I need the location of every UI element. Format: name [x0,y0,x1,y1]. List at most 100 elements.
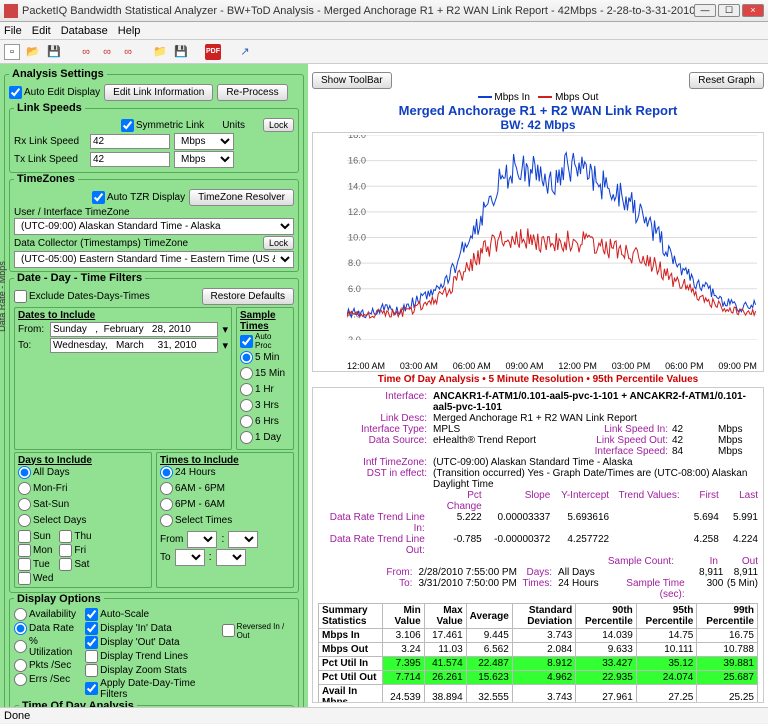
seldays-radio[interactable] [18,514,31,527]
show-toolbar-button[interactable]: Show ToolBar [312,72,392,89]
monfri-radio[interactable] [18,482,31,495]
svg-text:8.0: 8.0 [348,258,361,268]
link2-icon[interactable]: ∞ [99,44,115,60]
svg-text:16.0: 16.0 [348,156,366,166]
mon-checkbox[interactable] [18,544,31,557]
status-bar: Done [0,707,768,723]
sample-15min-radio[interactable] [240,367,253,380]
menu-database[interactable]: Database [61,25,108,37]
to-date-input[interactable] [50,338,218,353]
fri-checkbox[interactable] [59,544,72,557]
tz-resolver-button[interactable]: TimeZone Resolver [189,189,294,206]
seldays-label: Select Days [33,515,86,526]
6am6pm-radio[interactable] [160,482,173,495]
menu-file[interactable]: File [4,25,22,37]
util-radio[interactable] [14,640,27,653]
autoscale-checkbox[interactable] [85,608,98,621]
from-date-input[interactable] [50,322,218,337]
folder2-icon[interactable]: 📁 [152,44,168,60]
zoom-checkbox[interactable] [85,664,98,677]
seltimes-label: Select Times [175,515,232,526]
close-button[interactable]: × [742,4,764,17]
to-cal-icon[interactable]: ▾ [222,339,228,352]
analysis-settings-title: Analysis Settings [9,68,107,80]
info-panel: Interface:ANCAKR1-f-ATM1/0.101-aal5-pvc-… [312,387,764,703]
sample-6hr-radio[interactable] [240,415,253,428]
svg-text:18.0: 18.0 [348,135,366,140]
maximize-button[interactable]: ☐ [718,4,740,17]
link3-icon[interactable]: ∞ [120,44,136,60]
svg-text:10.0: 10.0 [348,233,366,243]
sun-checkbox[interactable] [18,530,31,543]
thu-checkbox[interactable] [59,530,72,543]
satsun-label: Sat-Sun [33,499,69,510]
restore-defaults-button[interactable]: Restore Defaults [202,288,294,305]
x-tick: 06:00 PM [665,361,704,371]
symmetric-checkbox[interactable] [121,119,134,132]
6pm6am-radio[interactable] [160,498,173,511]
seltimes-radio[interactable] [160,514,173,527]
collector-tz-select[interactable]: (UTC-05:00) Eastern Standard Time - East… [14,251,294,268]
rx-unit-select[interactable]: Mbps [174,133,234,150]
speed-lock-button[interactable]: Lock [263,118,294,132]
time-from-h[interactable] [187,531,217,548]
tz-lock-button[interactable]: Lock [263,236,294,250]
time-from-m[interactable] [228,531,258,548]
reversed-checkbox[interactable] [222,624,235,637]
pkts-radio[interactable] [14,659,27,672]
24h-radio[interactable] [160,466,173,479]
time-to-label: To [160,552,171,563]
wed-checkbox[interactable] [18,572,31,585]
analysis-settings-group: Analysis Settings Auto Edit Display Edit… [4,68,304,707]
export-icon[interactable]: ↗ [237,44,253,60]
sample-5min-radio[interactable] [240,351,253,364]
sample-3hr-radio[interactable] [240,399,253,412]
new-icon[interactable]: ▫ [4,44,20,60]
avail-radio[interactable] [14,608,27,621]
alldays-radio[interactable] [18,466,31,479]
auto-edit-checkbox[interactable] [9,86,22,99]
tx-speed-input[interactable] [90,152,170,167]
link1-icon[interactable]: ∞ [78,44,94,60]
to-label: To: [18,340,46,351]
pdf-icon[interactable]: PDF [205,44,221,60]
reset-graph-button[interactable]: Reset Graph [689,72,764,89]
applyfilt-checkbox[interactable] [85,682,98,695]
timezones-group: TimeZones Auto TZR Display TimeZone Reso… [9,173,299,272]
from-cal-icon[interactable]: ▾ [222,323,228,336]
reprocess-button[interactable]: Re-Process [217,84,287,101]
minimize-button[interactable]: — [694,4,716,17]
display-in-checkbox[interactable] [85,622,98,635]
trend-checkbox[interactable] [85,650,98,663]
rx-speed-input[interactable] [90,134,170,149]
tue-checkbox[interactable] [18,558,31,571]
sample-1day-radio[interactable] [240,431,253,444]
save2-icon[interactable]: 💾 [173,44,189,60]
time-to-h[interactable] [175,549,205,566]
menu-edit[interactable]: Edit [32,25,51,37]
save-icon[interactable]: 💾 [46,44,62,60]
datarate-radio[interactable] [14,622,27,635]
svg-text:6.0: 6.0 [348,284,361,294]
table-row: Mbps Out3.2411.036.5622.0849.63310.11110… [319,643,758,657]
open-icon[interactable]: 📂 [25,44,41,60]
user-tz-select[interactable]: (UTC-09:00) Alaskan Standard Time - Alas… [14,218,294,235]
edit-link-button[interactable]: Edit Link Information [104,84,213,101]
exclude-checkbox[interactable] [14,290,27,303]
menu-help[interactable]: Help [118,25,141,37]
sample-1hr-radio[interactable] [240,383,253,396]
chart-area[interactable]: Data Rate - Mbps 2.04.06.08.010.012.014.… [312,132,764,372]
tx-unit-select[interactable]: Mbps [174,151,234,168]
auto-tzr-label: Auto TZR Display [107,192,185,203]
from-label: From: [18,324,46,335]
display-out-checkbox[interactable] [85,636,98,649]
autoproc-checkbox[interactable] [240,335,253,348]
satsun-radio[interactable] [18,498,31,511]
24h-label: 24 Hours [175,467,216,478]
auto-tzr-checkbox[interactable] [92,191,105,204]
table-row: Avail In Mbps24.53938.89432.5553.74327.9… [319,685,758,704]
sample-15min-label: 15 Min [255,368,285,379]
sat-checkbox[interactable] [59,558,72,571]
errs-radio[interactable] [14,673,27,686]
time-to-m[interactable] [216,549,246,566]
